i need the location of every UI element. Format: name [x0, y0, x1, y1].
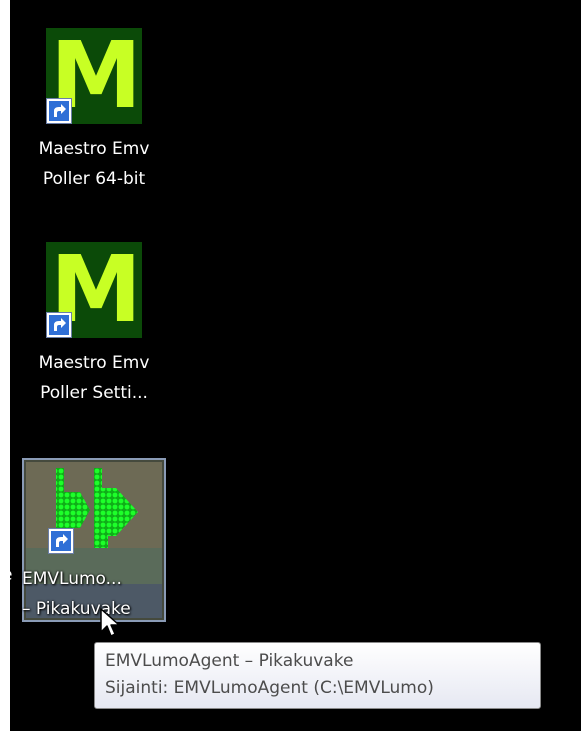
icon-label-line2: Poller 64-bit	[42, 169, 146, 189]
desktop: e M Maestro Emv Poller 64-bit M Maestro …	[10, 0, 581, 731]
tooltip: EMVLumoAgent – Pikakuvake Sijainti: EMVL…	[94, 642, 541, 709]
maestro-m-icon: M	[46, 28, 142, 124]
tooltip-title: EMVLumoAgent – Pikakuvake	[105, 651, 354, 671]
shortcut-arrow-icon	[46, 312, 72, 338]
shortcut-arrow-icon	[48, 528, 74, 554]
icon-label-line1: Maestro Emv	[38, 139, 150, 159]
desktop-icon-emvlumo-agent[interactable]: EMVLumo... – Pikakuvake	[22, 458, 166, 622]
icon-label-line1: EMVLumo...	[22, 569, 122, 589]
clipped-icon-label: e	[10, 565, 12, 585]
icon-label-line1: Maestro Emv	[38, 353, 150, 373]
desktop-icon-maestro-64bit[interactable]: M Maestro Emv Poller 64-bit	[22, 28, 166, 198]
icon-label-line2: – Pikakuvake	[22, 599, 131, 619]
desktop-icon-maestro-settings[interactable]: M Maestro Emv Poller Setti...	[22, 242, 166, 412]
maestro-m-icon: M	[46, 242, 142, 338]
tooltip-location: Sijainti: EMVLumoAgent (C:\EMVLumo)	[105, 678, 434, 698]
shortcut-arrow-icon	[46, 98, 72, 124]
icon-label-line2: Poller Setti...	[40, 383, 148, 403]
mouse-cursor-icon	[100, 608, 120, 637]
